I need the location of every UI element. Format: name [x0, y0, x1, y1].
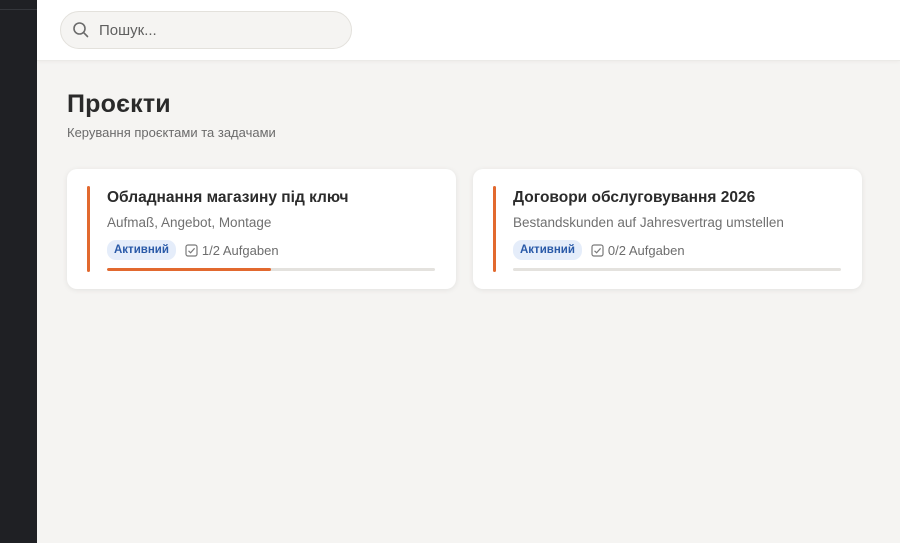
checkbox-icon [591, 243, 604, 257]
status-badge: Активний [107, 240, 176, 260]
progress-bar [513, 268, 841, 271]
project-meta: Активний 1/2 Aufgaben [107, 240, 279, 260]
project-title: Договори обслуговування 2026 [513, 189, 756, 206]
search-box[interactable] [60, 11, 352, 49]
page-title: Проєкти [67, 90, 171, 118]
progress-fill [107, 268, 271, 271]
project-title: Обладнання магазину під ключ [107, 189, 349, 206]
page-subtitle: Керування проєктами та задачами [67, 125, 276, 140]
project-description: Aufmaß, Angebot, Montage [107, 215, 272, 230]
search-icon [72, 21, 90, 39]
project-card[interactable]: Договори обслуговування 2026 Bestandskun… [473, 169, 862, 289]
sidebar [0, 0, 37, 543]
main-content: Проєкти Керування проєктами та задачами … [37, 62, 900, 543]
sidebar-divider [0, 9, 37, 10]
card-accent-bar [493, 186, 496, 272]
project-meta: Активний 0/2 Aufgaben [513, 240, 685, 260]
card-accent-bar [87, 186, 90, 272]
progress-bar [107, 268, 435, 271]
status-badge: Активний [513, 240, 582, 260]
tasks-count: 0/2 Aufgaben [607, 242, 685, 258]
project-card[interactable]: Обладнання магазину під ключ Aufmaß, Ang… [67, 169, 456, 289]
top-bar [37, 0, 900, 61]
tasks-count: 1/2 Aufgaben [201, 242, 279, 258]
project-description: Bestandskunden auf Jahresvertrag umstell… [513, 215, 784, 230]
checkbox-icon [185, 243, 198, 257]
search-input[interactable] [99, 21, 329, 39]
